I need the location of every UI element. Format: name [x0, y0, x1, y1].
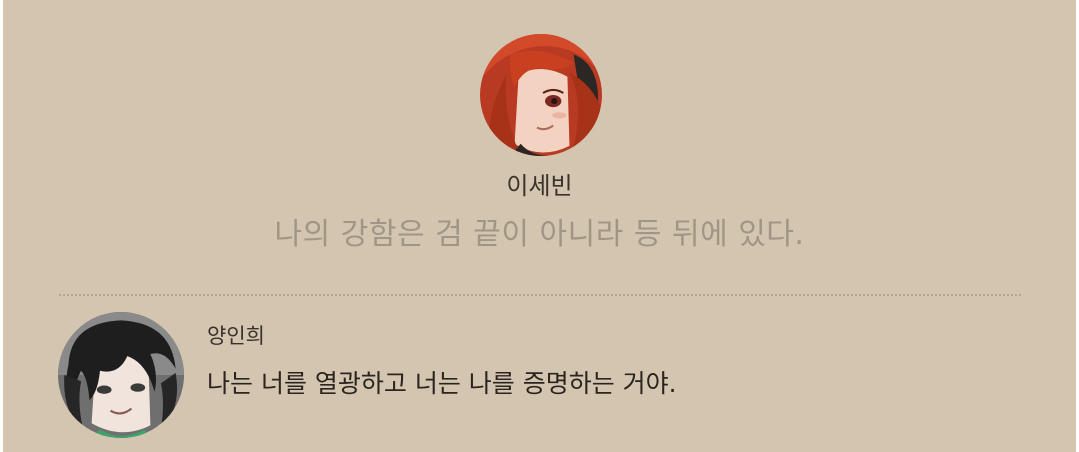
reply-character-name: 양인희: [207, 324, 265, 348]
dotted-divider: [59, 294, 1021, 296]
featured-character-avatar[interactable]: [480, 34, 602, 156]
dark-haired-character-avatar-icon: [58, 312, 184, 438]
conversation-panel: 이세빈 나의 강함은 검 끝이 아니라 등 뒤에 있다. 양인희 나는 너를 열…: [3, 0, 1076, 452]
red-haired-character-avatar-icon: [480, 34, 602, 156]
featured-character-quote: 나의 강함은 검 끝이 아니라 등 뒤에 있다.: [274, 217, 805, 252]
reply-character-avatar[interactable]: [58, 312, 184, 438]
featured-character-name: 이세빈: [506, 172, 573, 200]
reply-message-text: 나는 너를 열광하고 너는 나를 증명하는 거야.: [207, 369, 677, 398]
